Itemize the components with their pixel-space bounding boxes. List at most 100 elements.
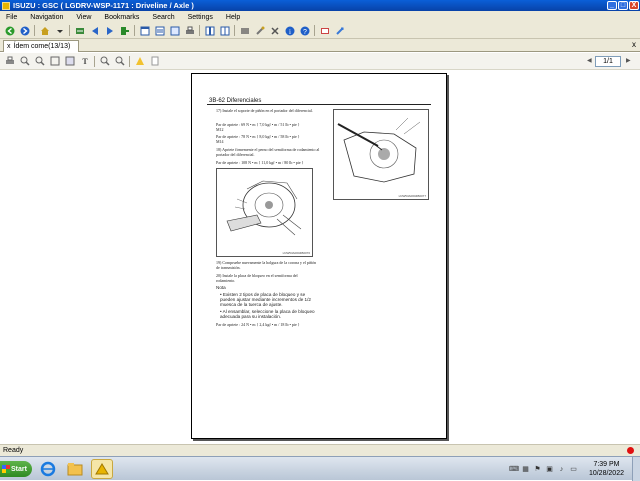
panel-close-icon[interactable]: x [632,40,636,49]
text-tool-icon[interactable]: T [79,56,90,67]
torque-step-18: Par de apriete : 108 N • m { 11,0 kgf • … [216,160,304,165]
note-title: Nota [216,285,226,290]
figure-code: LNW53A0004B0076 [282,251,310,255]
note-item-text: Al ensamblar, seleccione la placa de blo… [220,309,315,319]
document-page: 3B-62 Diferenciales 17) Instale el sopor… [191,73,447,439]
taskbar: Start ⌨ ▦ ⚑ ▣ ♪ ▭ 7:39 PM 10/28/2022 [0,456,640,481]
toolbar-separator [199,25,200,36]
zoom-icon[interactable] [334,25,345,36]
step-18: 18) Apriete firmemente el perno del semi… [216,147,326,157]
settings-icon[interactable] [319,25,330,36]
print-doc-icon[interactable] [4,56,15,67]
document-tab-strip: x Ídem come(13/13) x [0,39,640,52]
step-text: Compruebe nuevamente la holgura de la co… [216,260,316,270]
list-icon[interactable] [154,25,165,36]
warning-icon[interactable] [134,56,145,67]
window-title: ISUZU : GSC ( LGDRV-WSP-1171 : Driveline… [13,1,194,10]
zoom-in-icon[interactable] [19,56,30,67]
menu-search[interactable]: Search [152,14,174,21]
menu-help[interactable]: Help [226,14,240,21]
status-bar: Ready [0,444,640,456]
menu-settings[interactable]: Settings [188,14,213,21]
show-desktop-button[interactable] [632,457,640,481]
maximize-button[interactable]: □ [618,1,628,10]
toolbar-separator [134,25,135,36]
svg-text:T: T [82,57,88,66]
isuzu-gsc-task-icon[interactable] [91,459,113,479]
clock-time: 7:39 PM [593,461,620,468]
final-torque: Par de apriete : 24 N • m { 2,4 kgf • m … [216,322,300,327]
display-icon[interactable]: ▭ [569,465,578,474]
fit-page-icon[interactable] [49,56,60,67]
info-icon[interactable]: i [284,25,295,36]
tab-close-icon[interactable]: x [7,43,11,50]
figure-differential-assembly: LNW53A0004B0076 [216,168,313,257]
bookmark-icon[interactable] [74,25,85,36]
find-icon[interactable] [99,56,110,67]
exit-icon[interactable] [119,25,130,36]
toolbar-separator [129,55,130,67]
start-button[interactable]: Start [0,461,32,477]
tab-document[interactable]: x Ídem come(13/13) [3,40,79,52]
network-icon[interactable]: ▦ [521,465,530,474]
volume-icon[interactable]: ♪ [557,465,566,474]
main-toolbar: i ? [0,23,640,39]
step-20: 20) Instale la placa de bloqueo en el se… [216,273,316,283]
figure-code: LNW53A0004B0077 [398,194,426,198]
cascade-icon[interactable] [219,25,230,36]
minimize-button[interactable]: _ [607,1,617,10]
close-button[interactable]: X [629,1,639,10]
toolbar-separator [94,55,95,67]
toolbar-separator [314,25,315,36]
note-icon[interactable] [149,56,160,67]
dropdown-icon[interactable] [54,25,65,36]
help-icon[interactable]: ? [299,25,310,36]
search-doc-icon[interactable] [64,56,75,67]
tile-icon[interactable] [204,25,215,36]
note-item-2: • Al ensamblar, seleccione la placa de b… [220,309,315,319]
menu-file[interactable]: File [6,14,17,21]
tray-app-icon[interactable]: ▣ [545,465,554,474]
menu-view[interactable]: View [76,14,91,21]
torque-m14-label: M14 [216,139,224,144]
menu-bar: File Navigation View Bookmarks Search Se… [0,11,640,23]
page-next-icon[interactable]: ▶ [626,57,631,64]
status-indicator-icon [627,447,634,454]
differential-illustration [226,180,302,236]
step-text: Instale el soporte de piñón en el portad… [222,108,313,113]
x-tool-icon[interactable] [269,25,280,36]
stack-icon[interactable] [239,25,250,36]
app-icon [2,1,10,10]
prev-icon[interactable] [89,25,100,36]
start-label: Start [11,465,27,473]
system-tray: ⌨ ▦ ⚑ ▣ ♪ ▭ [506,460,578,478]
step-num: 17) [216,108,222,113]
status-text: Ready [3,447,24,454]
page-prev-icon[interactable]: ◀ [587,57,592,64]
header-rule [207,104,431,105]
page-indicator[interactable]: 1/1 [595,56,621,67]
zoom-out-icon[interactable] [34,56,45,67]
toolbar-separator [234,25,235,36]
torque-m12-label: M12 [216,127,224,132]
file-explorer-icon[interactable] [64,459,86,479]
system-clock[interactable]: 7:39 PM 10/28/2022 [589,460,624,478]
home-icon[interactable] [39,25,50,36]
tools-icon[interactable] [254,25,265,36]
document-icon[interactable] [139,25,150,36]
back-icon[interactable] [4,25,15,36]
document-toolbar: T [0,53,640,70]
step-text: Instale la placa de bloqueo en el semifo… [216,273,298,283]
keyboard-icon[interactable]: ⌨ [509,465,519,474]
toolbar-separator [69,25,70,36]
menu-bookmarks[interactable]: Bookmarks [104,14,139,21]
menu-navigation[interactable]: Navigation [30,14,63,21]
internet-explorer-icon[interactable] [37,459,59,479]
window-icon[interactable] [169,25,180,36]
find-next-icon[interactable] [114,56,125,67]
forward-icon[interactable] [19,25,30,36]
note-item-1: • Existen 2 tipos de placa de bloqueo y … [220,292,311,307]
action-center-icon[interactable]: ⚑ [533,465,542,474]
print-icon[interactable] [184,25,195,36]
next-icon[interactable] [104,25,115,36]
